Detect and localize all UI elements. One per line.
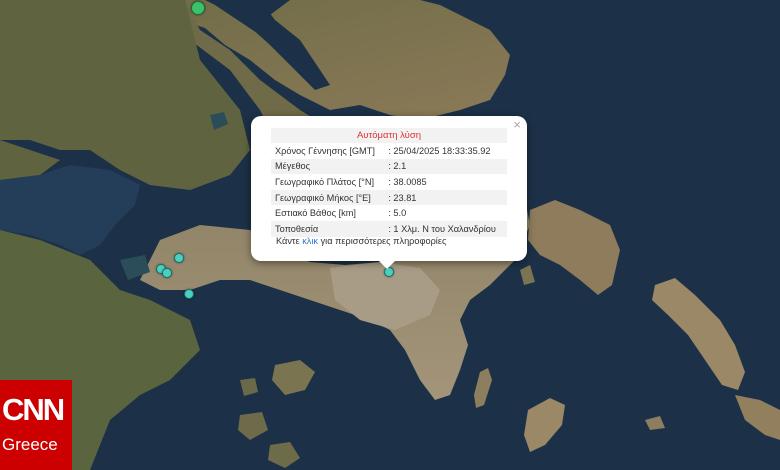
popup-row-value: : 2.1 [385, 158, 507, 175]
popup-row-label: Γεωγραφικό Πλάτος [°N] [275, 176, 375, 187]
earthquake-marker-west-4[interactable] [184, 289, 194, 299]
popup-row-label: Τοποθεσία [271, 220, 386, 237]
popup-title: Αυτόματη λύση [271, 128, 507, 143]
logo-greece-text: Greece [2, 435, 58, 454]
popup-row: Χρόνος Γέννησης [GMT] : 25/04/2025 18:33:… [271, 143, 507, 159]
popup-row-label: Μέγεθος [271, 158, 386, 175]
popup-row: Μέγεθος: 2.1 [271, 158, 507, 175]
earthquake-info-popup: × Αυτόματη λύση Χρόνος Γέννησης [GMT] : 2… [251, 116, 527, 269]
popup-row-label: Χρόνος Γέννησης [GMT] [275, 145, 375, 156]
popup-row-value: : 5.0 [388, 208, 407, 219]
popup-row-value: : 1 Χλμ. Ν του Χαλανδρίου [385, 220, 507, 237]
popup-row-label: Γεωγραφικό Μήκος [°E] [271, 189, 386, 206]
popup-row-value: : 23.81 [385, 189, 507, 206]
map[interactable]: × Αυτόματη λύση Χρόνος Γέννησης [GMT] : 2… [0, 0, 780, 470]
popup-row-value: : 25/04/2025 18:33:35.92 [388, 145, 491, 156]
earthquake-marker-west-3[interactable] [162, 268, 172, 278]
more-info-link[interactable]: κλικ [302, 236, 318, 246]
popup-row: Εστιακό Βάθος [km] : 5.0 [271, 205, 507, 221]
logo-cnn-text: CNN [2, 392, 65, 427]
popup-row-value: : 38.0085 [388, 176, 427, 187]
popup-row-label: Εστιακό Βάθος [km] [275, 208, 356, 219]
popup-row: Τοποθεσία: 1 Χλμ. Ν του Χαλανδρίου [271, 220, 507, 237]
earthquake-marker-north[interactable] [191, 1, 205, 15]
popup-details-table: Χρόνος Γέννησης [GMT] : 25/04/2025 18:33:… [271, 143, 507, 237]
popup-row: Γεωγραφικό Μήκος [°E]: 23.81 [271, 189, 507, 206]
more-info-suffix: για περισσότερες πληροφορίες [318, 236, 447, 246]
cnn-greece-logo: CNN Greece [0, 380, 72, 470]
more-info-prefix: Κάντε [276, 236, 303, 246]
popup-row: Γεωγραφικό Πλάτος [°N] : 38.0085 [271, 174, 507, 190]
close-icon[interactable]: × [513, 118, 521, 132]
earthquake-marker-west-1[interactable] [174, 253, 184, 263]
more-info-text: Κάντε κλικ για περισσότερες πληροφορίες [276, 236, 446, 246]
